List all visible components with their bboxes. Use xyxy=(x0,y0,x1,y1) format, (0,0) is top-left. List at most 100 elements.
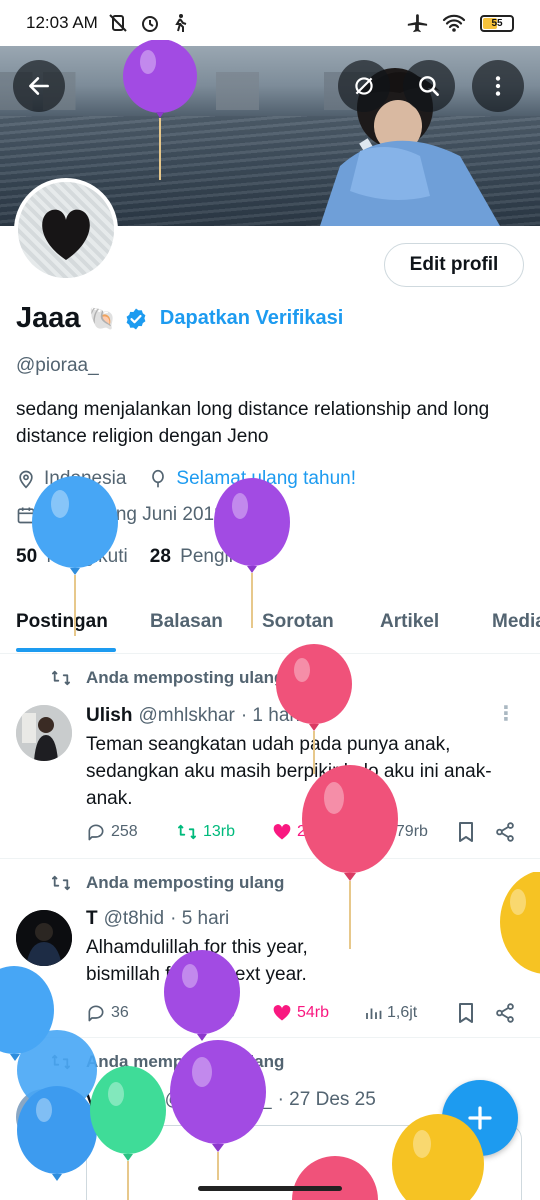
post-item[interactable]: Anda memposting ulang Ulish @mhlskhar · … xyxy=(0,655,540,859)
repost-button[interactable]: 13rb xyxy=(176,823,272,841)
birthday-link[interactable]: Selamat ulang tahun! xyxy=(176,468,356,490)
avatar[interactable] xyxy=(16,705,72,761)
balloon-icon xyxy=(152,469,165,488)
reply-button[interactable]: 36 xyxy=(86,1003,176,1023)
post-text: Teman seangkatan udah pada punya anak, s… xyxy=(86,734,492,809)
airplane-icon xyxy=(407,14,428,33)
follow-stats: 50 Mengikuti 28 Pengikut xyxy=(16,546,254,568)
repost-indicator: Anda memposting ulang xyxy=(50,668,284,688)
profile-joined-row: Bergabung Juni 2018 xyxy=(16,504,225,526)
bookmark-icon[interactable] xyxy=(456,821,476,843)
like-count: 29rb xyxy=(297,823,330,840)
wifi-icon xyxy=(442,14,466,32)
bookmark-icon[interactable] xyxy=(456,1002,476,1024)
views-button[interactable]: 1,6jt xyxy=(364,1004,456,1022)
reply-icon xyxy=(88,824,104,841)
followers-count: 28 xyxy=(149,546,171,567)
heart-filled-icon xyxy=(273,824,291,840)
reply-button[interactable]: 258 xyxy=(86,822,176,842)
repost-icon xyxy=(177,1005,196,1021)
edit-profile-button[interactable]: Edit profil xyxy=(384,243,524,287)
repost-icon xyxy=(52,1054,71,1070)
profile-avatar[interactable] xyxy=(14,178,118,282)
like-button[interactable]: 54rb xyxy=(272,1003,364,1023)
repost-button[interactable]: 16rb xyxy=(176,1004,272,1022)
get-verified-link[interactable]: Dapatkan Verifikasi xyxy=(160,307,343,330)
tab-replies[interactable]: Balasan xyxy=(150,611,223,633)
battery-level: 55 xyxy=(491,17,503,29)
calendar-icon xyxy=(17,507,35,524)
back-button[interactable] xyxy=(13,60,65,112)
more-button[interactable] xyxy=(472,60,524,112)
following-count: 50 xyxy=(16,546,38,567)
verified-badge-icon[interactable] xyxy=(124,307,148,331)
post-actions: 36 16rb 54rb 1,6jt xyxy=(86,1002,518,1024)
post-header: yeoja @yeojaaaa_ · 27 Des 25 xyxy=(86,1089,376,1111)
avatar[interactable] xyxy=(16,1089,72,1145)
post-header: T @t8hid · 5 hari xyxy=(86,908,229,930)
search-icon xyxy=(419,76,439,96)
repost-count: 16rb xyxy=(203,1004,236,1021)
repost-icon xyxy=(177,824,196,840)
post-time: · 1 hari xyxy=(240,705,300,726)
views-count: 579rb xyxy=(387,823,428,840)
tab-articles[interactable]: Artikel xyxy=(380,611,439,633)
share-icon[interactable] xyxy=(494,1002,516,1024)
share-icon[interactable] xyxy=(494,821,516,843)
battery-icon: 55 xyxy=(480,14,514,32)
repost-indicator: Anda memposting ulang xyxy=(50,873,284,893)
profile-name: Jaaa xyxy=(16,302,81,334)
post-text-line: bismillah for the next year. xyxy=(86,964,307,985)
heart-filled-icon xyxy=(273,1005,291,1021)
views-icon xyxy=(366,1008,382,1019)
search-button[interactable] xyxy=(403,60,455,112)
heart-photo xyxy=(42,209,90,260)
compose-button[interactable] xyxy=(442,1080,518,1156)
followers-label: Pengikut xyxy=(180,546,255,567)
repost-label: Anda memposting ulang xyxy=(86,668,285,687)
location-icon xyxy=(19,470,33,489)
followers-link[interactable]: 28 Pengikut xyxy=(150,546,254,568)
post-time: · 5 hari xyxy=(170,908,230,929)
notifications-off-icon xyxy=(355,77,373,95)
home-indicator[interactable] xyxy=(198,1186,342,1191)
post-text-line: Alhamdulillah for this year, xyxy=(86,937,308,958)
views-count: 1,6jt xyxy=(387,1004,418,1021)
tab-highlights[interactable]: Sorotan xyxy=(262,611,334,633)
views-button[interactable]: 579rb xyxy=(364,823,456,841)
user-photo xyxy=(16,910,72,966)
vibrate-off-icon xyxy=(109,14,127,32)
reply-icon xyxy=(88,1005,104,1022)
active-tab-indicator xyxy=(16,648,116,652)
post-author-name[interactable]: T xyxy=(86,908,98,930)
post-author-name[interactable]: Ulish xyxy=(86,705,132,727)
repost-indicator: Anda memposting ulang xyxy=(50,1052,284,1072)
profile-name-row: Jaaa 🐚 Dapatkan Verifikasi xyxy=(16,302,343,335)
repost-icon xyxy=(52,670,71,686)
tab-media[interactable]: Media xyxy=(492,611,540,633)
profile-joined: Bergabung Juni 2018 xyxy=(44,504,225,525)
user-photo xyxy=(16,705,72,761)
verified-badge-icon xyxy=(142,1092,158,1108)
mute-button[interactable] xyxy=(338,60,390,112)
post-author-handle: @mhlskhar xyxy=(138,705,235,726)
following-link[interactable]: 50 Mengikuti xyxy=(16,546,128,568)
more-vertical-icon xyxy=(495,76,501,96)
post-more-icon[interactable]: ⋮ xyxy=(496,701,516,726)
reply-count: 36 xyxy=(111,1004,129,1021)
arrow-left-icon xyxy=(29,77,49,95)
like-button[interactable]: 29rb xyxy=(272,822,364,842)
post-author-name[interactable]: yeoja xyxy=(86,1089,135,1111)
walking-icon xyxy=(175,14,187,32)
following-label: Mengikuti xyxy=(46,546,128,567)
repost-count: 13rb xyxy=(203,823,236,840)
post-author-handle: @t8hid xyxy=(103,908,165,929)
profile-location: Indonesia xyxy=(44,468,127,489)
avatar[interactable] xyxy=(16,910,72,966)
like-count: 54rb xyxy=(297,1004,330,1021)
post-item[interactable]: Anda memposting ulang T @t8hid · 5 hari … xyxy=(0,860,540,1038)
status-bar: 12:03 AM 55 xyxy=(0,0,540,46)
tab-posts[interactable]: Postingan xyxy=(16,611,108,633)
profile-handle: @pioraa_ xyxy=(16,355,99,376)
status-time: 12:03 AM xyxy=(26,13,98,32)
